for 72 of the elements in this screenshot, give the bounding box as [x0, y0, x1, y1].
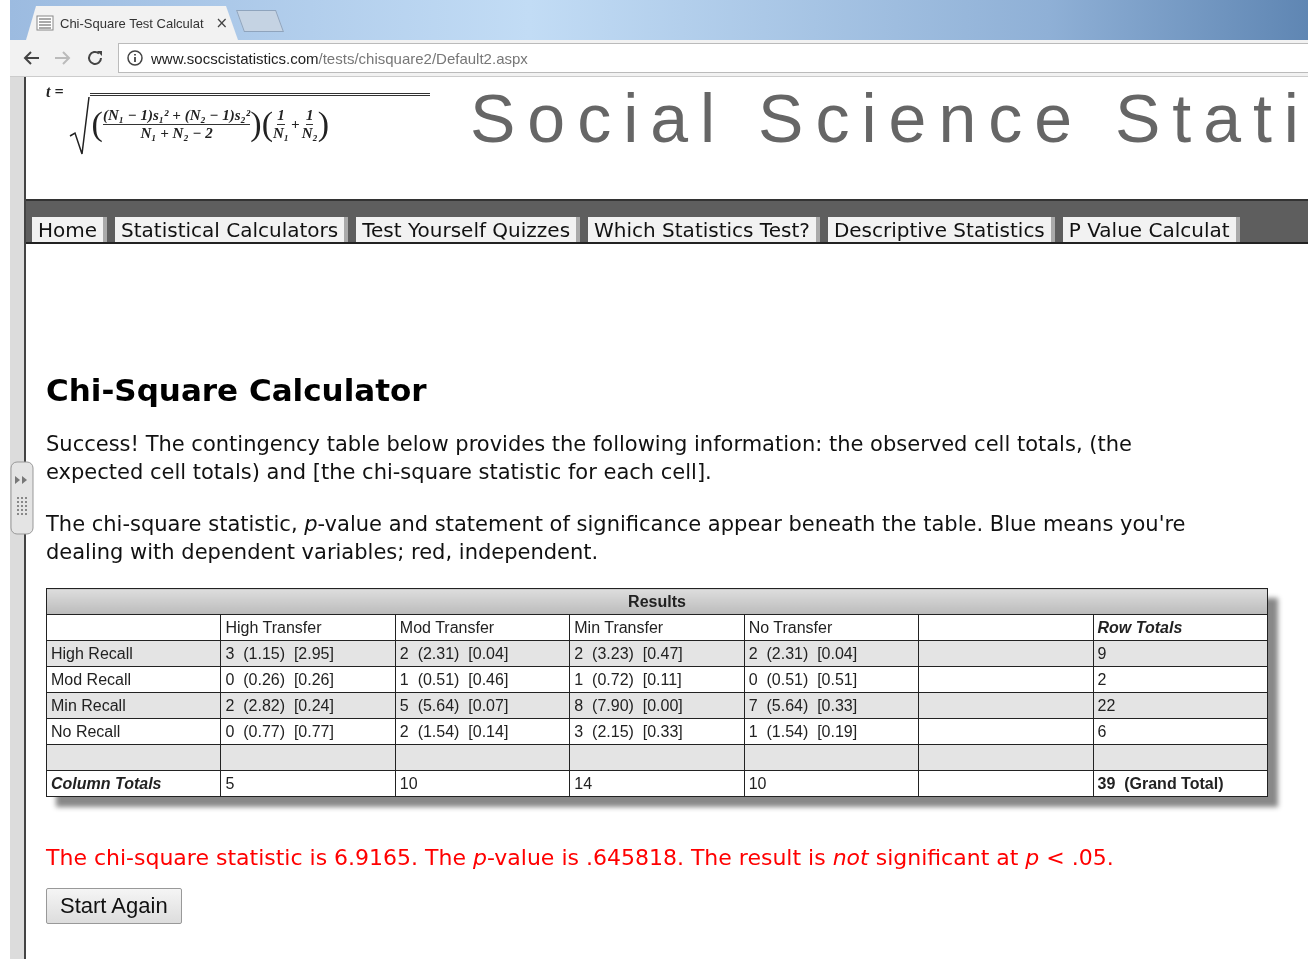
- site-title: Social Science Stati: [470, 79, 1308, 157]
- nav-tab[interactable]: Statistical Calculators: [115, 217, 349, 242]
- formula-numerator: 1: [305, 107, 314, 125]
- column-header: Mod Transfer: [395, 614, 570, 641]
- row-label: No Recall: [46, 718, 221, 745]
- parenthesis: (: [91, 105, 103, 143]
- browser-tab[interactable]: Chi-Square Test Calculat ×: [26, 6, 238, 40]
- row-total: 6: [1093, 718, 1268, 745]
- panel-handle-icon[interactable]: [10, 461, 34, 535]
- nav-tab[interactable]: Home: [32, 217, 108, 242]
- formula-denominator: N₁: [273, 124, 290, 141]
- table-cell: 3 (1.15) [2.95]: [220, 640, 396, 667]
- table-cell: 8 (7.90) [0.00]: [569, 692, 745, 719]
- column-total: 10: [744, 770, 919, 797]
- back-icon[interactable]: [22, 50, 40, 66]
- row-label: Min Recall: [46, 692, 221, 719]
- nav-tab[interactable]: Test Yourself Quizzes: [356, 217, 581, 242]
- table-cell: 2 (2.31) [0.04]: [395, 640, 570, 667]
- column-header: No Transfer: [744, 614, 919, 641]
- nav-tab[interactable]: Which Statistics Test?: [588, 217, 820, 242]
- column-total: 14: [569, 770, 745, 797]
- close-tab-button[interactable]: ×: [215, 14, 228, 32]
- paragraph: Success! The contingency table below provides the following information: the observed cell totals, (the expected cell totals) and [the chi-square statistic for each cell].: [46, 431, 1133, 486]
- formula-numerator: 1: [277, 107, 285, 125]
- table-cell: 3 (2.15) [0.33]: [569, 718, 745, 745]
- table-cell: 2 (2.82) [0.24]: [220, 692, 396, 719]
- reload-icon[interactable]: [86, 49, 104, 67]
- parenthesis: ): [317, 105, 330, 143]
- formula-denominator: N₁ + N₂ − 2: [140, 124, 213, 141]
- table-cell: 2 (2.31) [0.04]: [744, 640, 919, 667]
- table-cell: 7 (5.64) [0.33]: [744, 692, 919, 719]
- table-cell: 2 (3.23) [0.47]: [569, 640, 745, 667]
- new-tab-button[interactable]: [236, 10, 284, 32]
- page-heading: Chi-Square Calculator: [46, 372, 428, 408]
- row-total: 2: [1093, 666, 1268, 693]
- row-total: 9: [1093, 640, 1268, 667]
- paragraph: The chi-square statistic, p-value and statement of significance appear beneath the table. Blue means you're dealing with dependent variables; red, independent.: [46, 511, 1187, 566]
- formula-numerator: (N₁ − 1)s₁² + (N₂ − 1)s₂²: [102, 107, 251, 125]
- tab-title: Chi-Square Test Calculat: [60, 15, 205, 31]
- nav-tab[interactable]: P Value Calculat: [1062, 217, 1240, 242]
- table-cell: 1 (0.51) [0.46]: [395, 666, 570, 693]
- plus-sign: +: [291, 115, 300, 133]
- page-lines-icon: [36, 15, 54, 31]
- result-sentence: The chi-square statistic is 6.9165. The p-value is .645818. The result is not significant at p < .05.: [46, 845, 1115, 870]
- table-cell: 1 (1.54) [0.19]: [744, 718, 919, 745]
- url-text: www.socscistatistics.com/tests/chisquare2/Default2.aspx: [151, 49, 528, 67]
- table-cell: 2 (1.54) [0.14]: [395, 718, 570, 745]
- table-cell: 1 (0.72) [0.11]: [569, 666, 745, 693]
- info-icon: [127, 50, 143, 66]
- grand-total: 39 (Grand Total): [1093, 770, 1268, 797]
- table-cell: 0 (0.26) [0.26]: [220, 666, 396, 693]
- radical-sign-icon: [67, 96, 90, 156]
- column-header: High Transfer: [220, 614, 396, 641]
- formula-denominator: N₂: [301, 124, 318, 141]
- row-label: Mod Recall: [46, 666, 221, 693]
- start-again-button[interactable]: Start Again: [46, 888, 182, 924]
- column-header: Min Transfer: [569, 614, 745, 641]
- column-total: 10: [395, 770, 570, 797]
- formula-lhs: t =: [46, 83, 64, 101]
- parentheses: )(: [250, 105, 273, 143]
- table-cell: 0 (0.51) [0.51]: [744, 666, 919, 693]
- table-title: Results: [46, 588, 1268, 615]
- table-cell: 0 (0.77) [0.77]: [220, 718, 396, 745]
- forward-icon[interactable]: [54, 50, 72, 66]
- nav-tab[interactable]: Descriptive Statistics: [827, 217, 1055, 242]
- row-total: 22: [1093, 692, 1268, 719]
- table-cell: 5 (5.64) [0.07]: [395, 692, 570, 719]
- row-label: Column Totals: [46, 770, 221, 797]
- row-label: High Recall: [46, 640, 221, 667]
- column-total: 5: [220, 770, 396, 797]
- address-bar[interactable]: www.socscistatistics.com/tests/chisquare2/Default2.aspx: [118, 43, 1308, 73]
- column-header: Row Totals: [1093, 614, 1268, 641]
